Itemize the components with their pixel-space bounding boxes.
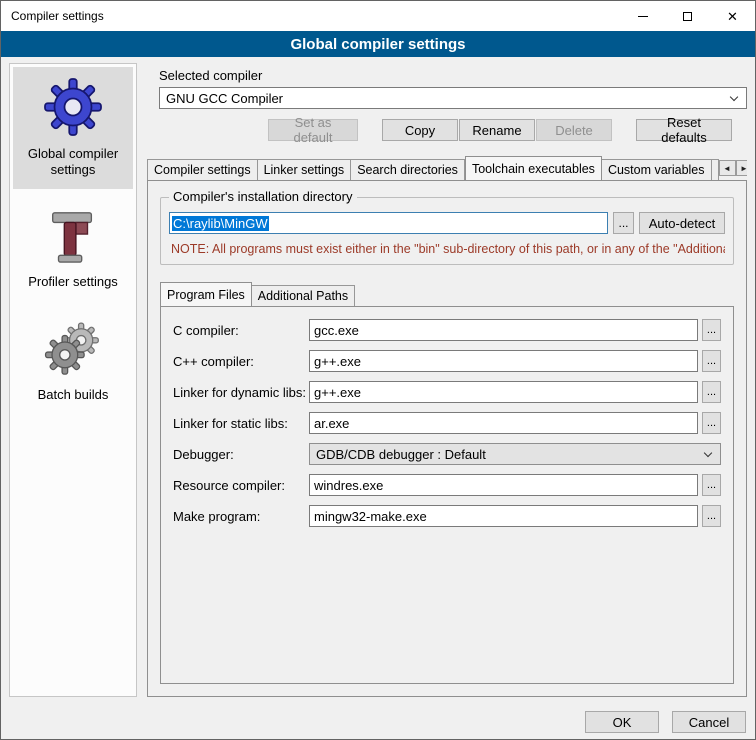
settings-tabbar: Compiler settings Linker settings Search… [147,155,747,180]
sidebar-item-label: Batch builds [38,387,109,403]
tab-scroll-left-button[interactable]: ◄ [719,160,736,176]
debugger-select[interactable]: GDB/CDB debugger : Default [309,443,721,465]
tab-program-files[interactable]: Program Files [160,282,252,306]
tab-scroll-right-button[interactable]: ► [736,160,747,176]
dynamic-linker-label: Linker for dynamic libs: [173,385,309,400]
tab-additional-paths[interactable]: Additional Paths [252,285,355,306]
blue-gear-icon [43,77,103,137]
browse-install-dir-button[interactable]: ... [613,212,634,234]
sidebar-item-profiler-settings[interactable]: Profiler settings [13,197,133,300]
resource-compiler-label: Resource compiler: [173,478,309,493]
maximize-button[interactable] [665,1,710,31]
selected-compiler-label: Selected compiler [159,68,747,83]
static-linker-label: Linker for static libs: [173,416,309,431]
field-row-cpp-compiler: C++ compiler: ... [173,350,721,372]
cpp-compiler-label: C++ compiler: [173,354,309,369]
c-compiler-browse-button[interactable]: ... [702,319,721,341]
rename-button[interactable]: Rename [459,119,535,141]
compiler-settings-window: Compiler settings ✕ Global compiler sett… [0,0,756,740]
profiler-tool-icon [46,207,100,265]
debugger-value: GDB/CDB debugger : Default [316,447,486,462]
close-button[interactable]: ✕ [710,1,755,31]
dialog-header: Global compiler settings [1,31,755,57]
program-files-tabbar: Program Files Additional Paths [160,281,734,306]
field-row-dynamic-linker: Linker for dynamic libs: ... [173,381,721,403]
chevron-down-icon [729,93,740,104]
main-panel: Selected compiler GNU GCC Compiler Set a… [147,63,747,697]
settings-sidebar: Global compiler settings Profiler settin… [9,63,137,697]
field-row-static-linker: Linker for static libs: ... [173,412,721,434]
installation-directory-group: Compiler's installation directory C:\ray… [160,197,734,265]
delete-button[interactable]: Delete [536,119,612,141]
static-linker-browse-button[interactable]: ... [702,412,721,434]
sidebar-item-label: Profiler settings [28,274,118,290]
dialog-footer: OK Cancel [1,705,755,739]
set-as-default-button[interactable]: Set as default [268,119,358,141]
c-compiler-input[interactable] [309,319,698,341]
sidebar-item-global-compiler-settings[interactable]: Global compiler settings [13,67,133,189]
tab-compiler-settings[interactable]: Compiler settings [147,159,258,180]
selected-compiler-value: GNU GCC Compiler [166,91,283,106]
tab-build-options[interactable]: Build [712,159,719,180]
dialog-body: Global compiler settings Profiler settin… [1,57,755,705]
installation-directory-input[interactable]: C:\raylib\MinGW [169,212,608,234]
toolchain-executables-panel: Compiler's installation directory C:\ray… [147,180,747,697]
installation-note: NOTE: All programs must exist either in … [171,242,725,256]
debugger-label: Debugger: [173,447,309,462]
field-row-debugger: Debugger: GDB/CDB debugger : Default [173,443,721,465]
cpp-compiler-input[interactable] [309,350,698,372]
installation-directory-label: Compiler's installation directory [169,189,357,204]
cpp-compiler-browse-button[interactable]: ... [702,350,721,372]
copy-button[interactable]: Copy [382,119,458,141]
resource-compiler-input[interactable] [309,474,698,496]
compiler-actions: Set as default Copy Rename Delete Reset … [147,119,732,141]
field-row-c-compiler: C compiler: ... [173,319,721,341]
make-program-label: Make program: [173,509,309,524]
installation-directory-value: C:\raylib\MinGW [172,216,269,231]
ok-button[interactable]: OK [585,711,659,733]
dynamic-linker-browse-button[interactable]: ... [702,381,721,403]
tab-search-directories[interactable]: Search directories [351,159,465,180]
installation-directory-row: C:\raylib\MinGW ... Auto-detect [169,212,725,234]
selected-compiler-select[interactable]: GNU GCC Compiler [159,87,747,109]
gray-gears-icon [43,318,103,378]
make-program-input[interactable] [309,505,698,527]
tab-linker-settings[interactable]: Linker settings [258,159,352,180]
tab-toolchain-executables[interactable]: Toolchain executables [465,156,602,180]
maximize-icon [683,12,692,21]
titlebar: Compiler settings ✕ [1,1,755,31]
resource-compiler-browse-button[interactable]: ... [702,474,721,496]
cancel-button[interactable]: Cancel [672,711,746,733]
chevron-down-icon [703,449,714,460]
static-linker-input[interactable] [309,412,698,434]
program-files-panel: C compiler: ... C++ compiler: ... Linker… [160,306,734,684]
tab-custom-variables[interactable]: Custom variables [602,159,712,180]
autodetect-button[interactable]: Auto-detect [639,212,725,234]
minimize-icon [638,16,648,17]
reset-defaults-button[interactable]: Reset defaults [636,119,732,141]
window-title: Compiler settings [1,1,620,31]
dynamic-linker-input[interactable] [309,381,698,403]
sidebar-item-batch-builds[interactable]: Batch builds [13,308,133,413]
sidebar-item-label: Global compiler settings [15,146,131,179]
tab-scroll-buttons: ◄ ► [719,160,747,176]
field-row-make-program: Make program: ... [173,505,721,527]
close-icon: ✕ [727,10,738,23]
field-row-resource-compiler: Resource compiler: ... [173,474,721,496]
minimize-button[interactable] [620,1,665,31]
make-program-browse-button[interactable]: ... [702,505,721,527]
c-compiler-label: C compiler: [173,323,309,338]
